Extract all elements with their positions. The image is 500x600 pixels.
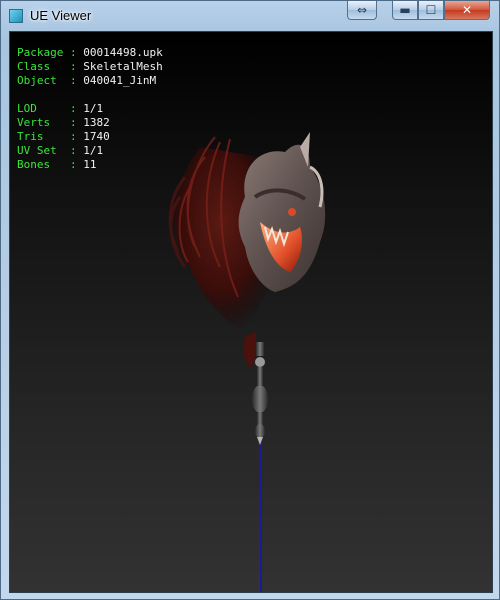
- stat-value: 1740: [83, 130, 110, 143]
- stat-row-verts: Verts : 1382: [17, 116, 163, 130]
- app-icon[interactable]: [9, 9, 23, 23]
- stat-separator: :: [63, 144, 84, 157]
- skeletal-mesh-render[interactable]: [160, 127, 360, 447]
- stat-row-bones: Bones : 11: [17, 158, 163, 172]
- maximize-button[interactable]: ☐: [418, 1, 444, 20]
- close-button[interactable]: ✕: [444, 1, 490, 20]
- info-value: 040041_JinM: [83, 74, 157, 87]
- info-label: Object: [17, 74, 64, 87]
- info-row-object: Object : 040041_JinM: [17, 74, 163, 88]
- info-label: Package: [17, 46, 64, 59]
- stat-separator: :: [63, 158, 84, 171]
- window-title: UE Viewer: [30, 8, 92, 23]
- stat-row-lod: LOD : 1/1: [17, 102, 163, 116]
- title-bar[interactable]: UE Viewer ⇔ ▬ ☐ ✕: [1, 1, 499, 31]
- info-row-class: Class : SkeletalMesh: [17, 60, 163, 74]
- stat-separator: :: [63, 116, 84, 129]
- stat-value: 11: [83, 158, 97, 171]
- minimize-button[interactable]: ▬: [392, 1, 418, 20]
- stat-label: LOD: [17, 102, 64, 115]
- mesh-info-overlay: Package : 00014498.upk Class : SkeletalM…: [17, 46, 163, 172]
- info-value: 00014498.upk: [83, 46, 163, 59]
- info-separator: :: [63, 46, 84, 59]
- info-value: SkeletalMesh: [83, 60, 163, 73]
- stat-value: 1382: [83, 116, 110, 129]
- stat-value: 1/1: [83, 102, 104, 115]
- stat-separator: :: [63, 130, 84, 143]
- stat-row-uvset: UV Set : 1/1: [17, 144, 163, 158]
- 3d-viewport[interactable]: Package : 00014498.upk Class : SkeletalM…: [9, 31, 493, 593]
- stat-separator: :: [63, 102, 84, 115]
- stat-label: Tris: [17, 130, 64, 143]
- stat-label: UV Set: [17, 144, 64, 157]
- stat-row-tris: Tris : 1740: [17, 130, 163, 144]
- info-label: Class: [17, 60, 64, 73]
- stat-value: 1/1: [83, 144, 104, 157]
- stat-label: Bones: [17, 158, 64, 171]
- info-separator: :: [63, 60, 84, 73]
- info-separator: :: [63, 74, 84, 87]
- info-row-package: Package : 00014498.upk: [17, 46, 163, 60]
- swap-button[interactable]: ⇔: [347, 1, 377, 20]
- app-window: UE Viewer ⇔ ▬ ☐ ✕ Package : 00014498.upk…: [0, 0, 500, 600]
- stat-label: Verts: [17, 116, 64, 129]
